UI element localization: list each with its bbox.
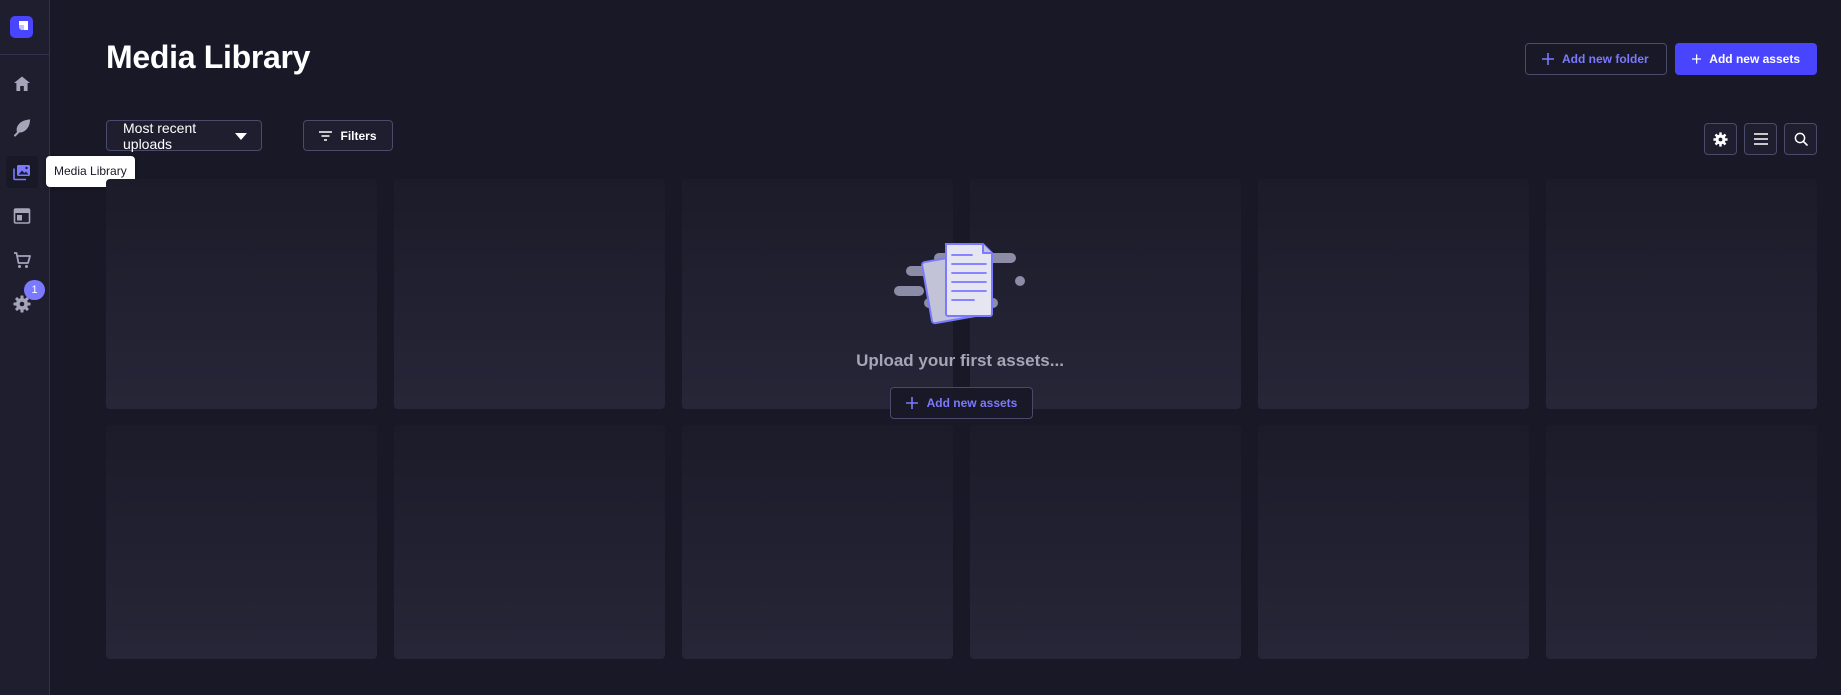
add-new-folder-button[interactable]: Add new folder — [1525, 43, 1667, 75]
main-sidebar: 1 — [0, 0, 50, 695]
logo-area — [0, 0, 49, 55]
sort-select-value: Most recent uploads — [123, 119, 197, 152]
sidebar-item-home[interactable] — [6, 68, 38, 100]
asset-placeholder-card — [394, 179, 665, 409]
asset-placeholder-card — [970, 425, 1241, 659]
empty-state-add-assets-button[interactable]: Add new assets — [890, 387, 1033, 419]
asset-placeholder-card — [106, 179, 377, 409]
asset-placeholder-card — [1546, 179, 1817, 409]
cart-icon — [14, 252, 31, 268]
sidebar-item-marketplace[interactable] — [6, 244, 38, 276]
search-icon — [1794, 132, 1808, 146]
asset-placeholder-card — [682, 425, 953, 659]
filter-icon — [319, 130, 333, 141]
configure-view-button[interactable] — [1704, 123, 1737, 155]
list-view-button[interactable] — [1744, 123, 1777, 155]
plus-icon — [1692, 54, 1702, 64]
sidebar-item-media-library[interactable] — [6, 156, 38, 188]
chevron-down-icon — [235, 133, 247, 140]
home-icon — [14, 76, 30, 91]
asset-placeholder-card — [1258, 179, 1529, 409]
app-root: 1 Media Library Media Library Add new fo… — [0, 0, 1841, 695]
page-title: Media Library — [106, 39, 311, 75]
list-view-icon — [1753, 133, 1768, 145]
sidebar-item-content-type-builder[interactable] — [6, 200, 38, 232]
sort-select[interactable]: Most recent uploads — [106, 119, 262, 152]
asset-placeholder-card — [1546, 425, 1817, 659]
media-library-icon — [13, 165, 30, 181]
add-new-folder-label: Add new folder — [1562, 52, 1649, 66]
filters-button[interactable]: Filters — [303, 120, 393, 151]
sidebar-item-content-manager[interactable] — [6, 112, 38, 144]
add-new-assets-button[interactable]: Add new assets — [1675, 43, 1817, 75]
strapi-logo-icon[interactable] — [10, 16, 33, 38]
empty-state-message: Upload your first assets... — [856, 351, 1064, 370]
feather-icon — [14, 119, 31, 137]
settings-notification-badge: 1 — [24, 280, 45, 300]
plus-icon — [1542, 53, 1554, 65]
layout-icon — [13, 208, 31, 224]
filters-label: Filters — [340, 128, 377, 143]
asset-placeholder-card — [106, 425, 377, 659]
search-button[interactable] — [1784, 123, 1817, 155]
plus-icon — [905, 397, 918, 409]
settings-gear-icon — [1713, 131, 1728, 147]
empty-state-add-assets-label: Add new assets — [926, 396, 1018, 410]
add-new-assets-label: Add new assets — [1709, 52, 1800, 66]
asset-placeholder-card — [394, 425, 665, 659]
empty-documents-illustration — [894, 243, 1025, 325]
asset-placeholder-card — [1258, 425, 1529, 659]
